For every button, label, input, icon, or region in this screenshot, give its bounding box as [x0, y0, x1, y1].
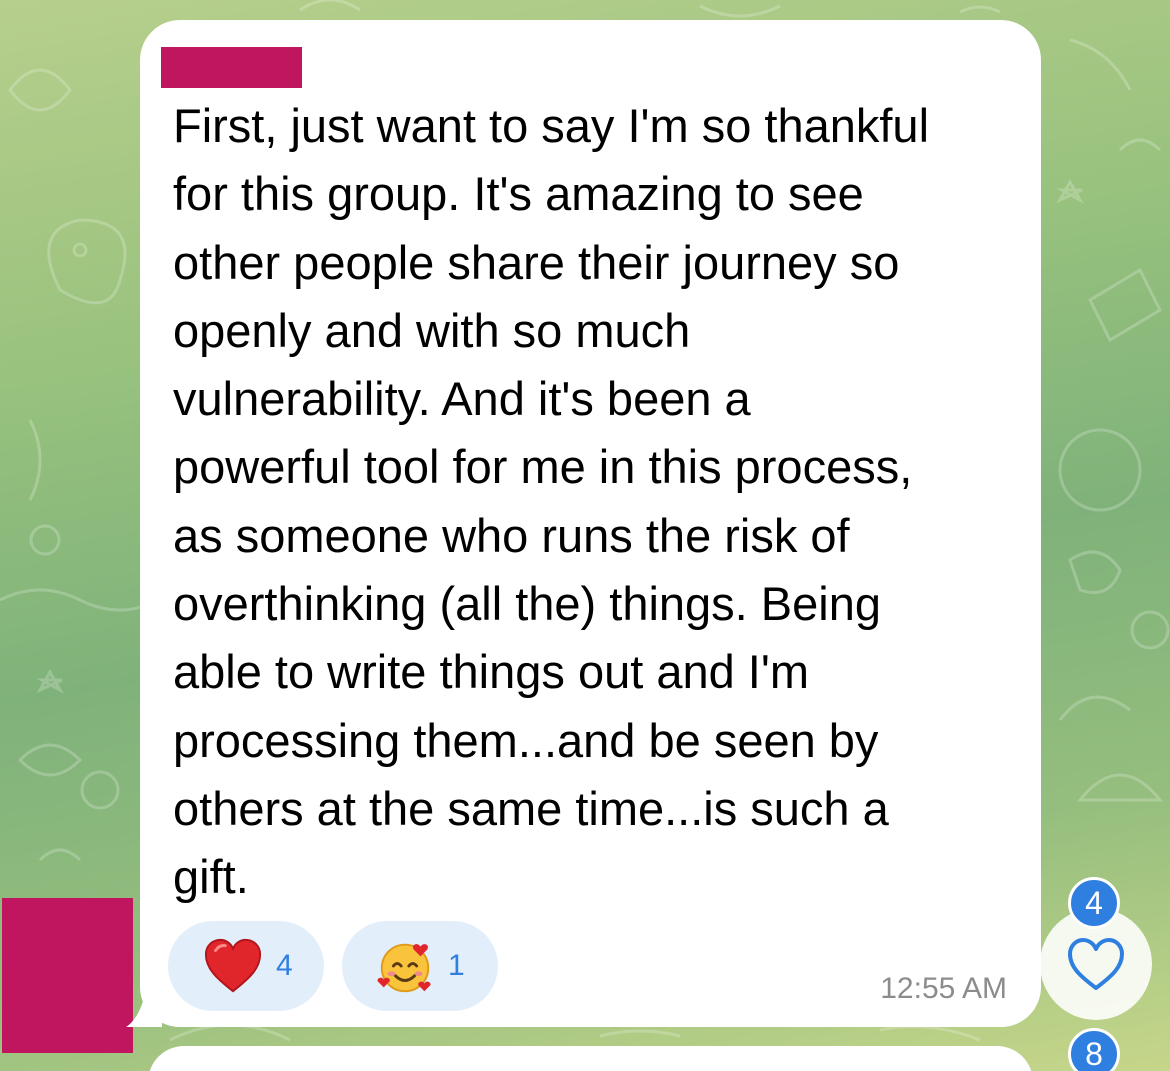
reaction-heart[interactable]: 4	[168, 921, 324, 1011]
mentions-count-badge[interactable]: 8	[1068, 1028, 1120, 1071]
reaction-heart-count: 4	[276, 949, 293, 982]
red-heart-icon	[204, 938, 262, 993]
reactions-count-badge: 4	[1068, 877, 1120, 929]
message-text: First, just want to say I'm so thankful …	[173, 99, 930, 904]
message-bubble[interactable]: First, just want to say I'm so thankful …	[140, 20, 1041, 1027]
sender-avatar[interactable]	[2, 898, 133, 1053]
next-message-bubble[interactable]	[148, 1046, 1033, 1071]
smiling-face-with-hearts-icon	[377, 943, 431, 993]
reaction-smiling-face-with-hearts[interactable]: 1	[342, 921, 498, 1011]
reaction-smile-count: 1	[448, 949, 465, 982]
sender-name[interactable]	[161, 47, 302, 88]
message-timestamp: 12:55 AM	[880, 972, 1007, 1005]
heart-outline-icon	[1068, 938, 1124, 990]
